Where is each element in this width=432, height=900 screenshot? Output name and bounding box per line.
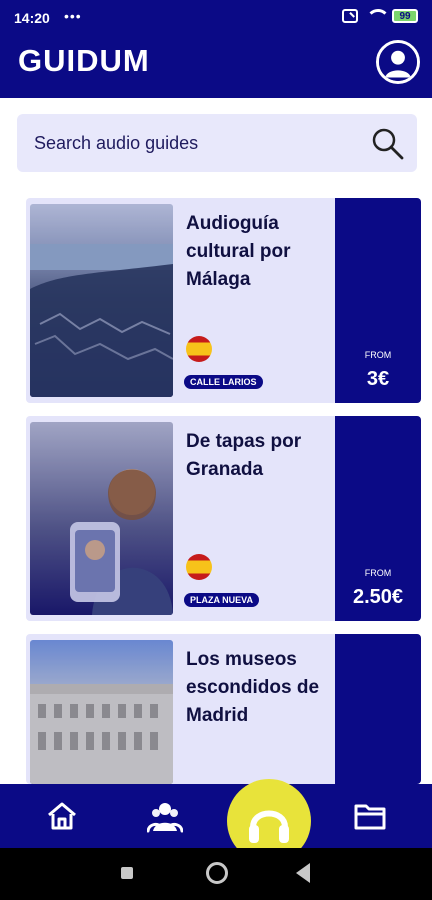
app-header: 14:20 ••• 99 GUIDUM xyxy=(0,0,432,98)
profile-button[interactable] xyxy=(376,40,420,84)
status-icons: 99 xyxy=(342,9,418,23)
back-icon[interactable] xyxy=(296,863,310,883)
bottom-navigation xyxy=(0,784,432,848)
profile-icon xyxy=(379,43,417,81)
tour-image[interactable] xyxy=(30,640,173,784)
status-time: 14:20 xyxy=(14,10,50,26)
malaga-aerial-image xyxy=(30,204,173,397)
community-icon xyxy=(147,803,183,833)
price-from-label: FROM xyxy=(364,350,392,360)
granada-selfie-image xyxy=(30,422,173,615)
notification-icon xyxy=(342,9,358,23)
search-placeholder: Search audio guides xyxy=(34,133,199,153)
tour-title: Los museos escondidos de Madrid xyxy=(186,649,320,726)
tour-image[interactable] xyxy=(30,422,173,615)
status-bar: 14:20 ••• 99 xyxy=(0,0,432,34)
price-from-label: FROM xyxy=(364,568,392,578)
folder-icon xyxy=(354,804,386,830)
tour-tag: PLAZA NUEVA xyxy=(184,593,259,607)
price-panel: FROM 2.50€ xyxy=(335,416,421,621)
home-system-icon[interactable] xyxy=(206,862,228,884)
search-bar[interactable]: Search audio guides xyxy=(17,114,417,172)
price-value: 3€ xyxy=(366,368,390,390)
spain-flag-icon xyxy=(186,336,212,362)
search-icon[interactable] xyxy=(369,125,405,161)
status-more-icon: ••• xyxy=(64,8,82,24)
tour-card[interactable]: Audioguía cultural por Málaga CALLE LARI… xyxy=(26,198,421,403)
tour-title: Audioguía cultural por Málaga xyxy=(186,213,291,290)
app-logo: GUIDUM xyxy=(18,43,150,78)
nav-folder-button[interactable] xyxy=(350,796,390,836)
tour-card[interactable]: Los museos escondidos de Madrid xyxy=(26,634,421,784)
system-navigation-bar xyxy=(0,848,432,900)
battery-icon: 99 xyxy=(392,9,418,23)
tour-title: De tapas por Granada xyxy=(186,431,302,480)
tour-card[interactable]: De tapas por Granada PLAZA NUEVA FROM 2.… xyxy=(26,416,421,621)
tour-tag: CALLE LARIOS xyxy=(184,375,263,389)
price-panel xyxy=(335,634,421,784)
wifi-icon xyxy=(366,9,390,23)
price-panel: FROM 3€ xyxy=(335,198,421,403)
nav-community-button[interactable] xyxy=(145,796,185,836)
price-value: 2.50€ xyxy=(352,586,404,608)
home-icon xyxy=(48,802,76,830)
spain-flag-icon xyxy=(186,554,212,580)
nav-home-button[interactable] xyxy=(42,796,82,836)
recent-apps-icon[interactable] xyxy=(121,867,133,879)
madrid-palace-image xyxy=(30,640,173,784)
tour-image[interactable] xyxy=(30,204,173,397)
